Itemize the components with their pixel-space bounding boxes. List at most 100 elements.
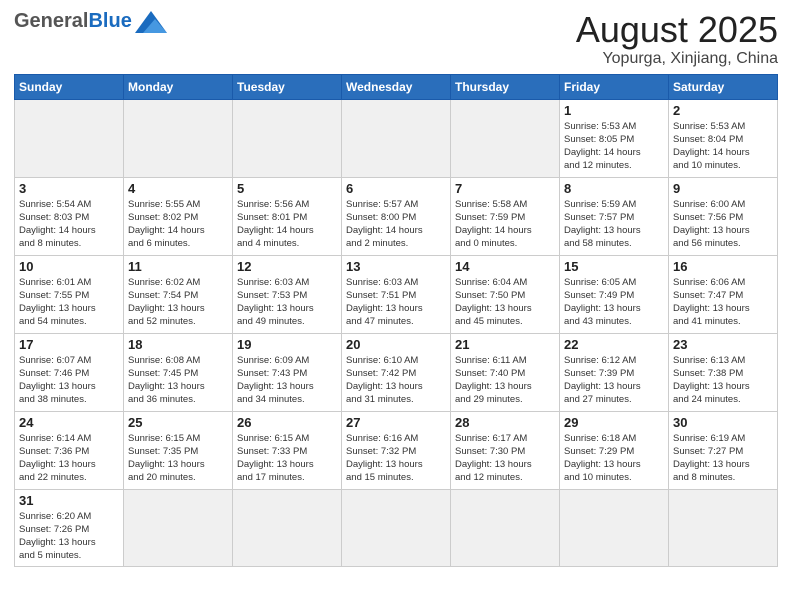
header-day-saturday: Saturday [669, 74, 778, 99]
calendar-cell: 14 Sunrise: 6:04 AM Sunset: 7:50 PM Dayli… [451, 255, 560, 333]
week-row-1: 3Sunrise: 5:54 AM Sunset: 8:03 PM Daylig… [15, 177, 778, 255]
logo-general-text: General [14, 10, 88, 33]
calendar-cell: 31Sunrise: 6:20 AM Sunset: 7:26 PM Dayli… [15, 489, 124, 566]
day-number: 15 [564, 259, 664, 274]
calendar-cell: 30Sunrise: 6:19 AM Sunset: 7:27 PM Dayli… [669, 411, 778, 489]
day-number: 27 [346, 415, 446, 430]
day-info: Sunrise: 6:11 AM Sunset: 7:40 PM Dayligh… [455, 354, 555, 407]
day-number: 18 [128, 337, 228, 352]
day-number: 7 [455, 181, 555, 196]
calendar-cell [451, 99, 560, 177]
calendar-cell: 4Sunrise: 5:55 AM Sunset: 8:02 PM Daylig… [124, 177, 233, 255]
day-info: Sunrise: 6:20 AM Sunset: 7:26 PM Dayligh… [19, 510, 119, 563]
day-number: 11 [128, 259, 228, 274]
calendar-cell: 22Sunrise: 6:12 AM Sunset: 7:39 PM Dayli… [560, 333, 669, 411]
day-info: Sunrise: 5:56 AM Sunset: 8:01 PM Dayligh… [237, 198, 337, 251]
calendar-cell: 27 Sunrise: 6:16 AM Sunset: 7:32 PM Dayli… [342, 411, 451, 489]
title-block: August 2025 Yopurga, Xinjiang, China [576, 10, 778, 68]
calendar-cell: 3Sunrise: 5:54 AM Sunset: 8:03 PM Daylig… [15, 177, 124, 255]
day-number: 12 [237, 259, 337, 274]
day-number: 4 [128, 181, 228, 196]
day-info: Sunrise: 5:53 AM Sunset: 8:05 PM Dayligh… [564, 120, 664, 173]
day-number: 19 [237, 337, 337, 352]
day-number: 28 [455, 415, 555, 430]
header-day-wednesday: Wednesday [342, 74, 451, 99]
calendar-cell: 9 Sunrise: 6:00 AM Sunset: 7:56 PM Daylig… [669, 177, 778, 255]
page: General Blue August 2025 Yopurga, Xinjia… [0, 0, 792, 577]
day-info: Sunrise: 5:57 AM Sunset: 8:00 PM Dayligh… [346, 198, 446, 251]
calendar-cell: 1 Sunrise: 5:53 AM Sunset: 8:05 PM Daylig… [560, 99, 669, 177]
day-info: Sunrise: 6:18 AM Sunset: 7:29 PM Dayligh… [564, 432, 664, 485]
logo: General Blue [14, 10, 167, 33]
day-info: Sunrise: 6:03 AM Sunset: 7:51 PM Dayligh… [346, 276, 446, 329]
calendar-cell: 10 Sunrise: 6:01 AM Sunset: 7:55 PM Dayli… [15, 255, 124, 333]
day-info: Sunrise: 6:15 AM Sunset: 7:33 PM Dayligh… [237, 432, 337, 485]
calendar-cell: 20Sunrise: 6:10 AM Sunset: 7:42 PM Dayli… [342, 333, 451, 411]
calendar-cell: 13 Sunrise: 6:03 AM Sunset: 7:51 PM Dayli… [342, 255, 451, 333]
calendar-cell: 19 Sunrise: 6:09 AM Sunset: 7:43 PM Dayli… [233, 333, 342, 411]
calendar-cell [669, 489, 778, 566]
calendar-cell [342, 489, 451, 566]
day-info: Sunrise: 6:17 AM Sunset: 7:30 PM Dayligh… [455, 432, 555, 485]
calendar-cell [15, 99, 124, 177]
day-number: 24 [19, 415, 119, 430]
day-number: 17 [19, 337, 119, 352]
day-info: Sunrise: 6:01 AM Sunset: 7:55 PM Dayligh… [19, 276, 119, 329]
calendar-cell: 12Sunrise: 6:03 AM Sunset: 7:53 PM Dayli… [233, 255, 342, 333]
calendar-cell: 7 Sunrise: 5:58 AM Sunset: 7:59 PM Daylig… [451, 177, 560, 255]
location-title: Yopurga, Xinjiang, China [576, 50, 778, 68]
day-number: 21 [455, 337, 555, 352]
day-info: Sunrise: 6:02 AM Sunset: 7:54 PM Dayligh… [128, 276, 228, 329]
day-number: 1 [564, 103, 664, 118]
day-info: Sunrise: 6:05 AM Sunset: 7:49 PM Dayligh… [564, 276, 664, 329]
day-info: Sunrise: 6:19 AM Sunset: 7:27 PM Dayligh… [673, 432, 773, 485]
calendar-cell: 18Sunrise: 6:08 AM Sunset: 7:45 PM Dayli… [124, 333, 233, 411]
header-day-monday: Monday [124, 74, 233, 99]
day-number: 13 [346, 259, 446, 274]
calendar-cell: 21 Sunrise: 6:11 AM Sunset: 7:40 PM Dayli… [451, 333, 560, 411]
day-info: Sunrise: 5:58 AM Sunset: 7:59 PM Dayligh… [455, 198, 555, 251]
calendar-cell [560, 489, 669, 566]
calendar-cell: 5Sunrise: 5:56 AM Sunset: 8:01 PM Daylig… [233, 177, 342, 255]
logo-blue-text: Blue [88, 10, 131, 33]
calendar-cell: 25Sunrise: 6:15 AM Sunset: 7:35 PM Dayli… [124, 411, 233, 489]
calendar-cell: 29Sunrise: 6:18 AM Sunset: 7:29 PM Dayli… [560, 411, 669, 489]
week-row-5: 31Sunrise: 6:20 AM Sunset: 7:26 PM Dayli… [15, 489, 778, 566]
week-row-2: 10 Sunrise: 6:01 AM Sunset: 7:55 PM Dayli… [15, 255, 778, 333]
day-info: Sunrise: 6:00 AM Sunset: 7:56 PM Dayligh… [673, 198, 773, 251]
day-info: Sunrise: 5:59 AM Sunset: 7:57 PM Dayligh… [564, 198, 664, 251]
week-row-3: 17 Sunrise: 6:07 AM Sunset: 7:46 PM Dayli… [15, 333, 778, 411]
calendar-cell: 26Sunrise: 6:15 AM Sunset: 7:33 PM Dayli… [233, 411, 342, 489]
day-info: Sunrise: 6:16 AM Sunset: 7:32 PM Dayligh… [346, 432, 446, 485]
day-number: 16 [673, 259, 773, 274]
day-number: 23 [673, 337, 773, 352]
calendar-cell: 16Sunrise: 6:06 AM Sunset: 7:47 PM Dayli… [669, 255, 778, 333]
day-info: Sunrise: 5:53 AM Sunset: 8:04 PM Dayligh… [673, 120, 773, 173]
calendar-cell [233, 99, 342, 177]
day-number: 20 [346, 337, 446, 352]
week-row-4: 24 Sunrise: 6:14 AM Sunset: 7:36 PM Dayli… [15, 411, 778, 489]
header: General Blue August 2025 Yopurga, Xinjia… [14, 10, 778, 68]
day-info: Sunrise: 6:14 AM Sunset: 7:36 PM Dayligh… [19, 432, 119, 485]
day-number: 10 [19, 259, 119, 274]
day-info: Sunrise: 6:13 AM Sunset: 7:38 PM Dayligh… [673, 354, 773, 407]
day-info: Sunrise: 6:04 AM Sunset: 7:50 PM Dayligh… [455, 276, 555, 329]
week-row-0: 1 Sunrise: 5:53 AM Sunset: 8:05 PM Daylig… [15, 99, 778, 177]
header-day-friday: Friday [560, 74, 669, 99]
day-info: Sunrise: 5:54 AM Sunset: 8:03 PM Dayligh… [19, 198, 119, 251]
logo-icon [135, 11, 167, 33]
calendar-cell: 28 Sunrise: 6:17 AM Sunset: 7:30 PM Dayli… [451, 411, 560, 489]
header-row: SundayMondayTuesdayWednesdayThursdayFrid… [15, 74, 778, 99]
calendar-cell: 8Sunrise: 5:59 AM Sunset: 7:57 PM Daylig… [560, 177, 669, 255]
calendar-cell [124, 489, 233, 566]
day-info: Sunrise: 6:09 AM Sunset: 7:43 PM Dayligh… [237, 354, 337, 407]
day-number: 9 [673, 181, 773, 196]
day-info: Sunrise: 6:07 AM Sunset: 7:46 PM Dayligh… [19, 354, 119, 407]
calendar-cell [342, 99, 451, 177]
calendar-header: SundayMondayTuesdayWednesdayThursdayFrid… [15, 74, 778, 99]
calendar-cell [233, 489, 342, 566]
day-number: 6 [346, 181, 446, 196]
calendar-table: SundayMondayTuesdayWednesdayThursdayFrid… [14, 74, 778, 567]
calendar-cell: 17 Sunrise: 6:07 AM Sunset: 7:46 PM Dayli… [15, 333, 124, 411]
day-number: 14 [455, 259, 555, 274]
